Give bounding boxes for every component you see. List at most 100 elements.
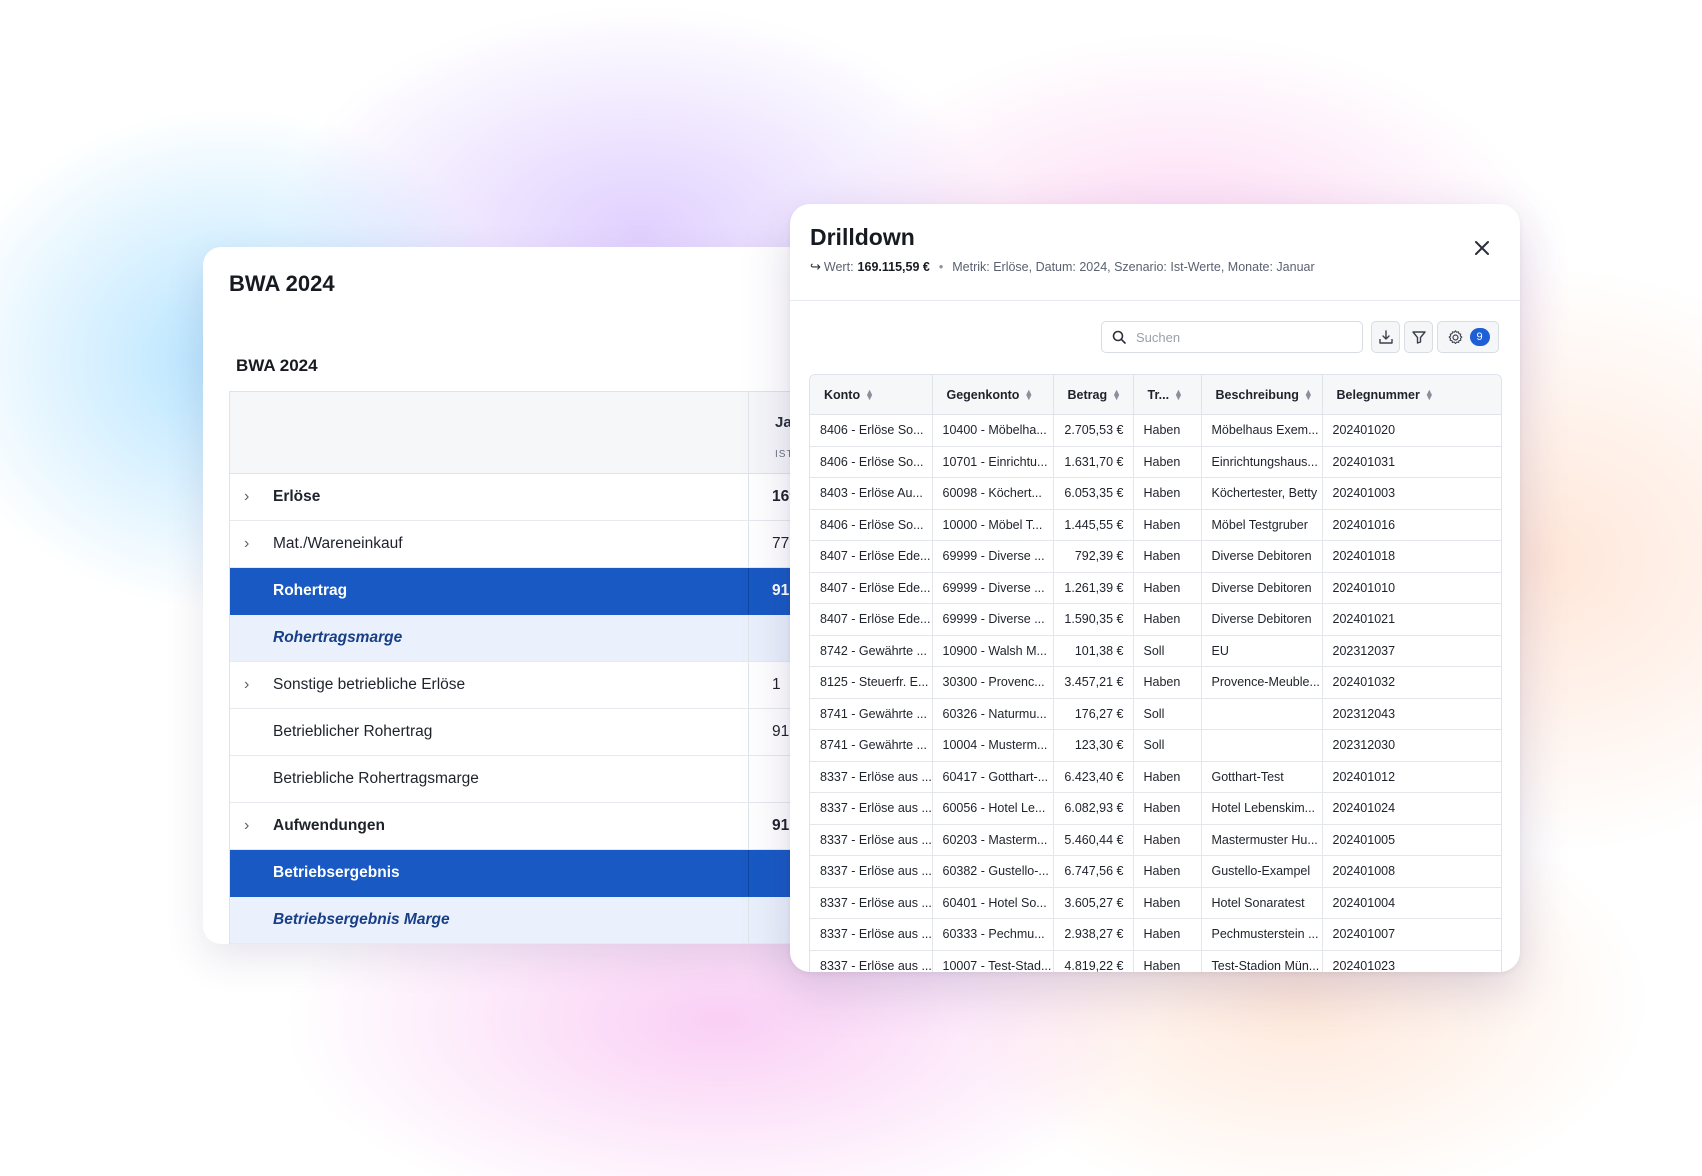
typ-cell: Haben [1133,540,1202,573]
bwa-row[interactable]: Betriebsergebnis [230,850,823,897]
drilldown-modal: Drilldown ↪ Wert: 169.115,59 € • Metrik:… [790,204,1520,972]
column-header[interactable]: Betrag ▲ ▼ [1053,375,1134,415]
table-row[interactable]: 8407 - Erlöse Ede... 69999 - Diverse ... 7… [810,540,1501,573]
gear-icon [1448,329,1462,344]
close-icon[interactable] [1472,238,1492,258]
column-header-label: Gegenkonto [946,387,1020,402]
typ-cell: Haben [1133,792,1202,825]
table-row[interactable]: 8337 - Erlöse aus ... 60401 - Hotel So...… [810,887,1501,919]
filter-button[interactable] [1404,321,1433,353]
table-row[interactable]: 8125 - Steuerfr. E... 30300 - Provenc... 3… [810,666,1501,699]
table-row[interactable]: 8407 - Erlöse Ede... 69999 - Diverse ... 1… [810,603,1501,636]
betrag-cell: 1.445,55 € [1053,509,1134,541]
belegnummer-cell: 202401016 [1322,509,1501,541]
gegenkonto-cell: 60098 - Köchert... [932,477,1054,510]
sort-icon[interactable]: ▲ ▼ [865,388,874,402]
betrag-cell: 6.423,40 € [1053,761,1134,793]
gegenkonto-cell: 60333 - Pechmu... [932,918,1054,951]
bwa-row[interactable]: Betriebliche Rohertragsmarge [230,756,823,803]
betrag-cell: 3.605,27 € [1053,887,1134,919]
table-row[interactable]: 8337 - Erlöse aus ... 60203 - Masterm... 5… [810,824,1501,856]
gegenkonto-cell: 10701 - Einrichtu... [932,446,1054,478]
beschreibung-cell: EU [1201,635,1323,667]
column-divider [748,756,749,802]
drilldown-table-container[interactable]: Konto ▲ ▼ Gegenkonto ▲ ▼ Betrag ▲ ▼ Tr... ▲ ▼ Beschr… [809,374,1502,972]
column-header-label: Belegnummer [1336,387,1420,402]
chevron-right-icon[interactable]: › [244,521,249,567]
beschreibung-cell: Köchertester, Betty [1201,477,1323,510]
chevron-right-icon[interactable]: › [244,803,249,849]
table-row[interactable]: 8741 - Gewährte ... 60326 - Naturmu... 176… [810,698,1501,730]
bwa-row-value[interactable]: 1 [772,662,781,708]
bwa-row[interactable]: Rohertragsmarge [230,615,823,662]
column-header[interactable]: Gegenkonto ▲ ▼ [932,375,1054,415]
modal-title: Drilldown [810,224,915,250]
table-row[interactable]: 8337 - Erlöse aus ... 60417 - Gotthart-..… [810,761,1501,793]
download-button[interactable] [1371,321,1400,353]
belegnummer-cell: 202401007 [1322,918,1501,951]
column-header[interactable]: Tr... ▲ ▼ [1133,375,1202,415]
betrag-cell: 101,38 € [1053,635,1134,667]
search-icon [1112,330,1126,344]
gegenkonto-cell: 69999 - Diverse ... [932,572,1054,604]
bwa-table-header: Jan. IST-W [230,392,823,474]
table-row[interactable]: 8742 - Gewährte ... 10900 - Walsh M... 101… [810,635,1501,667]
column-header[interactable]: Belegnummer ▲ ▼ [1322,375,1501,415]
drilldown-meta: Metrik: Erlöse, Datum: 2024, Szenario: I… [952,260,1315,274]
table-row[interactable]: 8337 - Erlöse aus ... 10007 - Test-Stad..… [810,950,1501,972]
beschreibung-cell: Gotthart-Test [1201,761,1323,793]
bwa-row[interactable]: ›Erlöse169.1 [230,474,823,521]
table-row[interactable]: 8337 - Erlöse aus ... 60333 - Pechmu... 2.… [810,918,1501,951]
bwa-row[interactable]: Rohertrag 91.5 [230,568,823,615]
typ-cell: Haben [1133,824,1202,856]
sort-icon[interactable]: ▲ ▼ [1174,388,1183,402]
bwa-rows: ›Erlöse169.1›Mat./Wareneinkauf77.5Rohert… [230,474,823,944]
chevron-right-icon[interactable]: › [244,662,249,708]
belegnummer-cell: 202401023 [1322,950,1501,972]
settings-button[interactable]: 9 [1437,321,1499,353]
beschreibung-cell: Pechmusterstein ... [1201,918,1323,951]
typ-cell: Haben [1133,761,1202,793]
konto-cell: 8337 - Erlöse aus ... [810,918,933,951]
betrag-cell: 4.819,22 € [1053,950,1134,972]
bwa-row[interactable]: › Mat./Wareneinkauf 77.5 [230,521,823,568]
bwa-table: Jan. IST-W ›Erlöse169.1›Mat./Wareneinkau… [229,391,823,944]
gegenkonto-cell: 30300 - Provenc... [932,666,1054,699]
column-header[interactable]: Beschreibung ▲ ▼ [1201,375,1323,415]
table-row[interactable]: 8337 - Erlöse aus ... 60382 - Gustello-..… [810,855,1501,888]
belegnummer-cell: 202312043 [1322,698,1501,730]
search-input[interactable] [1134,328,1338,346]
gegenkonto-cell: 10900 - Walsh M... [932,635,1054,667]
bwa-row[interactable]: Betrieblicher Rohertrag 91.7 [230,709,823,756]
sort-icon[interactable]: ▲ ▼ [1112,388,1121,402]
bwa-row[interactable]: › Sonstige betriebliche Erlöse 1 [230,662,823,709]
belegnummer-cell: 202401020 [1322,414,1501,447]
table-row[interactable]: 8741 - Gewährte ... 10004 - Musterm... 123… [810,729,1501,762]
table-row[interactable]: 8406 - Erlöse So... 10000 - Möbel T... 1.4… [810,509,1501,541]
table-row[interactable]: 8337 - Erlöse aus ... 60056 - Hotel Le...… [810,792,1501,825]
konto-cell: 8407 - Erlöse Ede... [810,603,933,636]
betrag-cell: 176,27 € [1053,698,1134,730]
table-row[interactable]: 8403 - Erlöse Au... 60098 - Köchert... 6.0… [810,477,1501,510]
table-row[interactable]: 8406 - Erlöse So... 10701 - Einrichtu... 1… [810,446,1501,478]
header-divider [790,300,1520,301]
bwa-row[interactable]: Betriebsergebnis Marge [230,897,823,944]
table-row[interactable]: 8406 - Erlöse So... 10400 - Möbelha... 2.7… [810,414,1501,447]
table-row[interactable]: 8407 - Erlöse Ede... 69999 - Diverse ... 1… [810,572,1501,604]
column-divider [748,803,749,849]
sort-icon[interactable]: ▲ ▼ [1024,388,1033,402]
column-divider [748,709,749,755]
belegnummer-cell: 202401012 [1322,761,1501,793]
sort-icon[interactable]: ▲ ▼ [1304,388,1313,402]
search-field[interactable] [1101,321,1363,353]
belegnummer-cell: 202401032 [1322,666,1501,699]
bwa-row[interactable]: › Aufwendungen 91.6 [230,803,823,850]
bwa-row-label: Rohertrag [273,582,348,599]
chevron-right-icon[interactable]: › [244,474,249,520]
typ-cell: Haben [1133,950,1202,972]
column-header[interactable]: Konto ▲ ▼ [810,375,933,415]
betrag-cell: 1.590,35 € [1053,603,1134,636]
belegnummer-cell: 202401031 [1322,446,1501,478]
sort-icon[interactable]: ▲ ▼ [1425,388,1434,402]
beschreibung-cell: Möbel Testgruber [1201,509,1323,541]
